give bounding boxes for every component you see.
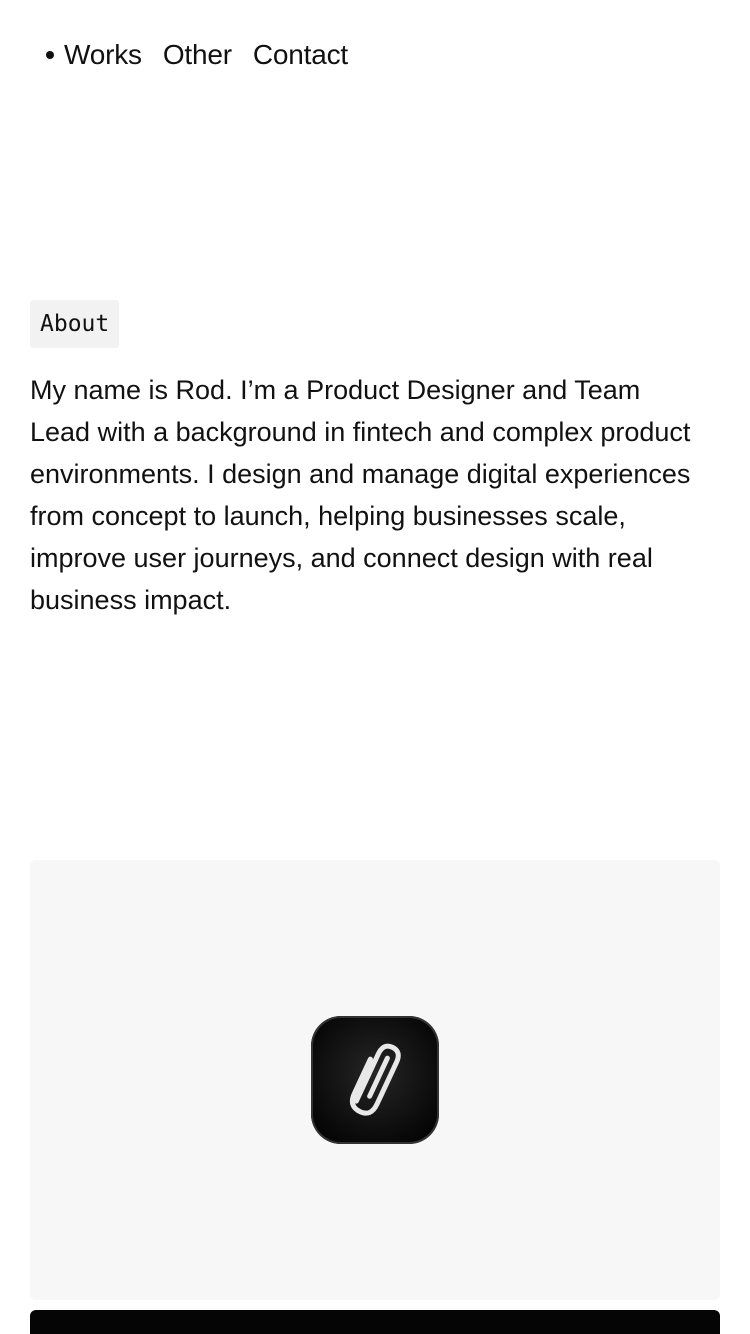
active-indicator-dot: [46, 51, 54, 59]
paperclip-icon: [311, 1016, 439, 1144]
paperclip-graphic: [349, 1043, 401, 1116]
next-project-card[interactable]: [30, 1310, 720, 1334]
about-paragraph: My name is Rod. I’m a Product Designer a…: [30, 375, 691, 615]
nav-link-other[interactable]: Other: [163, 39, 232, 71]
about-section-tag: About: [30, 300, 120, 348]
project-card[interactable]: [30, 860, 720, 1300]
top-nav: Works Other Contact: [46, 36, 369, 74]
nav-link-contact[interactable]: Contact: [253, 39, 348, 71]
nav-link-works[interactable]: Works: [64, 39, 142, 71]
